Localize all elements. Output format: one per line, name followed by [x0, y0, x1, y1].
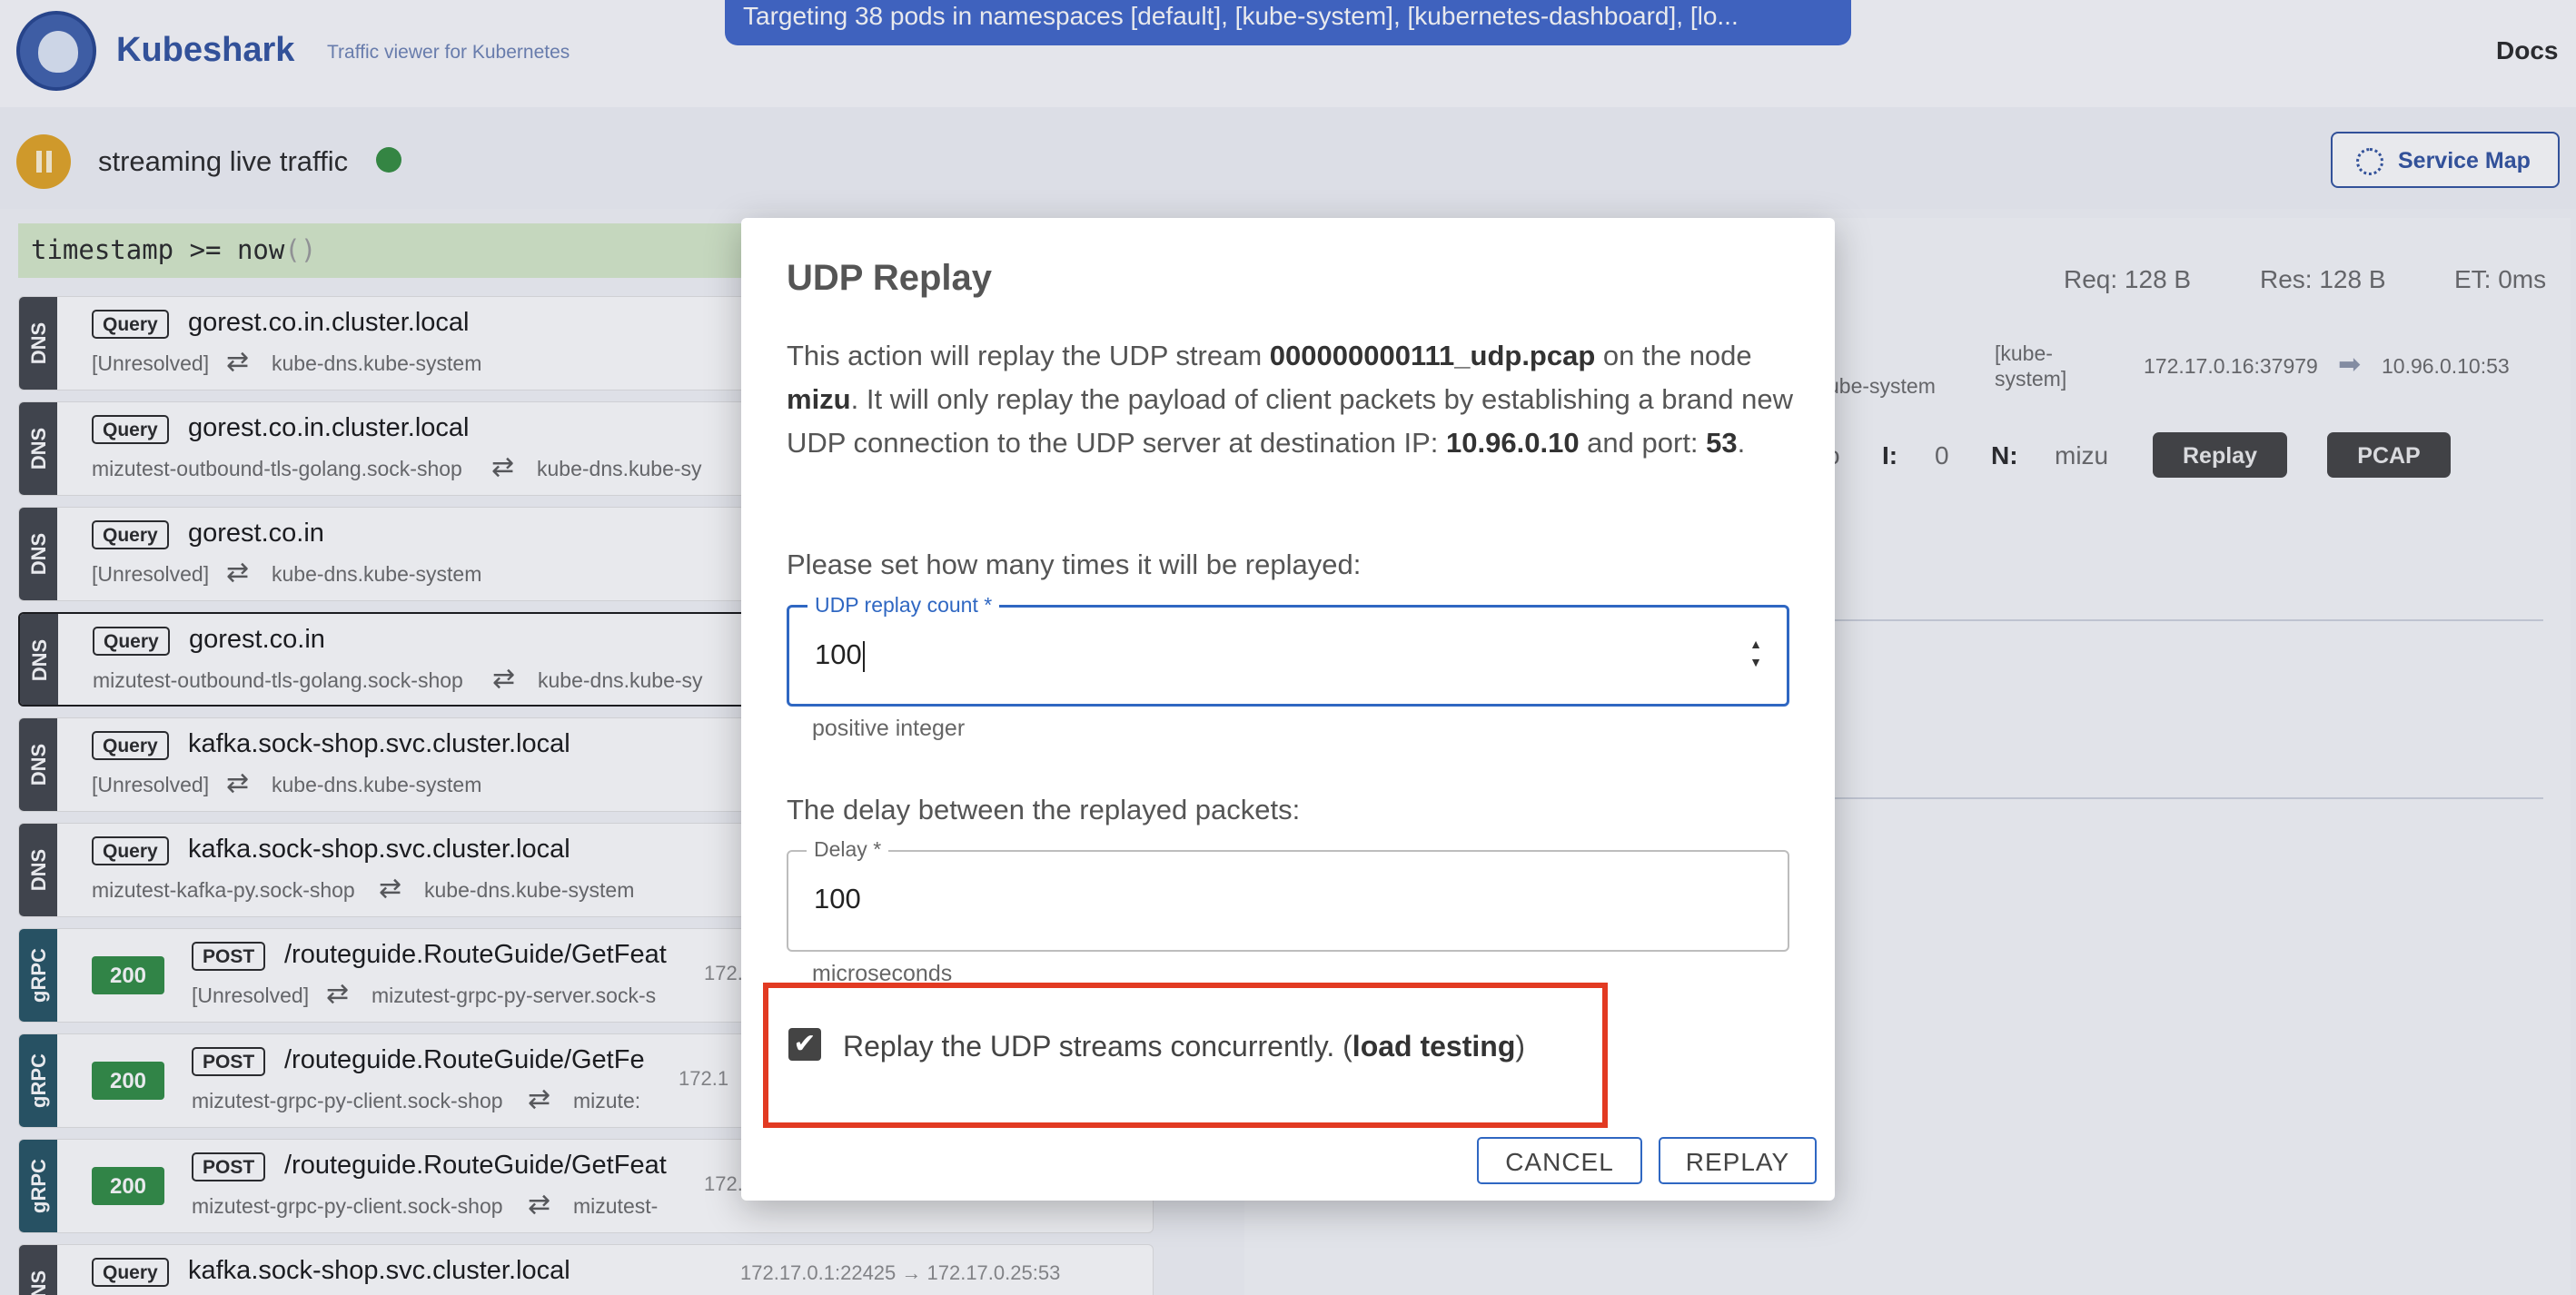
node-name: mizu [787, 383, 851, 415]
delay-prompt: The delay between the replayed packets: [787, 794, 1301, 825]
udp-replay-dialog: UDP Replay This action will replay the U… [741, 218, 1835, 1201]
destination-ip: 10.96.0.10 [1446, 427, 1580, 459]
count-prompt: Please set how many times it will be rep… [787, 549, 1362, 580]
delay-label: Delay * [807, 837, 889, 862]
replay-count-field[interactable]: UDP replay count * 100 ▲ ▼ [787, 593, 1789, 707]
text-caret [862, 640, 865, 672]
dialog-description: This action will replay the UDP stream 0… [787, 340, 1793, 459]
checkmark-icon: ✔ [793, 1029, 817, 1059]
delay-field[interactable]: Delay * 100 [787, 837, 1789, 952]
replay-count-input[interactable]: 100 [815, 638, 1723, 672]
concurrent-label[interactable]: Replay the UDP streams concurrently. (lo… [843, 1030, 1525, 1063]
concurrent-checkbox[interactable]: ✔ [788, 1028, 821, 1061]
destination-port: 53 [1706, 427, 1738, 459]
replay-confirm-button[interactable]: REPLAY [1659, 1137, 1817, 1184]
cancel-button[interactable]: CANCEL [1477, 1137, 1642, 1184]
stream-file-name: 000000000111_udp.pcap [1269, 340, 1596, 371]
dialog-title: UDP Replay [787, 258, 993, 298]
delay-input[interactable]: 100 [814, 883, 1722, 915]
number-spinner-icon[interactable]: ▲ ▼ [1747, 635, 1765, 677]
replay-count-helper: positive integer [812, 716, 966, 741]
replay-count-label: UDP replay count * [807, 593, 1000, 618]
